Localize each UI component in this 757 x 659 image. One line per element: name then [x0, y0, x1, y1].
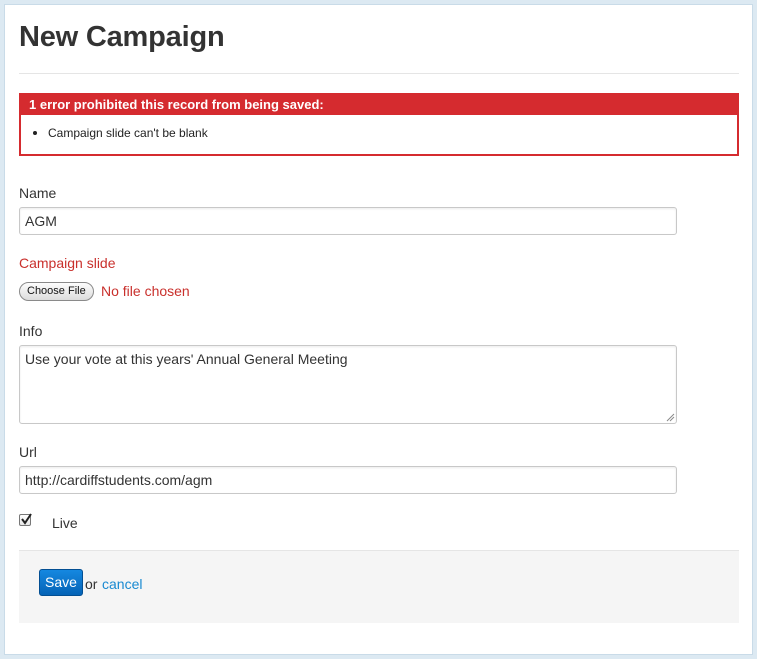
form-panel: New Campaign 1 error prohibited this rec…: [4, 4, 753, 655]
checkmark-icon: [21, 513, 32, 525]
file-status-text: No file chosen: [101, 283, 190, 299]
live-checkbox[interactable]: [19, 513, 32, 526]
error-explanation: 1 error prohibited this record from bein…: [19, 93, 739, 156]
or-text: or: [85, 576, 98, 592]
error-heading: 1 error prohibited this record from bein…: [21, 95, 737, 115]
info-label: Info: [19, 323, 43, 339]
save-button[interactable]: Save: [39, 569, 83, 596]
title-divider: [19, 73, 739, 74]
choose-file-button[interactable]: Choose File: [19, 282, 94, 301]
live-label: Live: [52, 515, 78, 531]
resize-grip-icon[interactable]: [665, 412, 675, 422]
error-list: Campaign slide can't be blank: [21, 115, 737, 140]
url-field[interactable]: [19, 466, 677, 494]
url-label: Url: [19, 444, 37, 460]
name-label: Name: [19, 185, 57, 201]
form-actions: Save or cancel: [19, 550, 739, 623]
info-textarea[interactable]: Use your vote at this years' Annual Gene…: [19, 345, 677, 424]
campaign-slide-label: Campaign slide: [19, 255, 116, 271]
name-field[interactable]: [19, 207, 677, 235]
cancel-link[interactable]: cancel: [102, 576, 142, 592]
error-item: Campaign slide can't be blank: [31, 126, 737, 140]
page-title: New Campaign: [19, 21, 225, 53]
